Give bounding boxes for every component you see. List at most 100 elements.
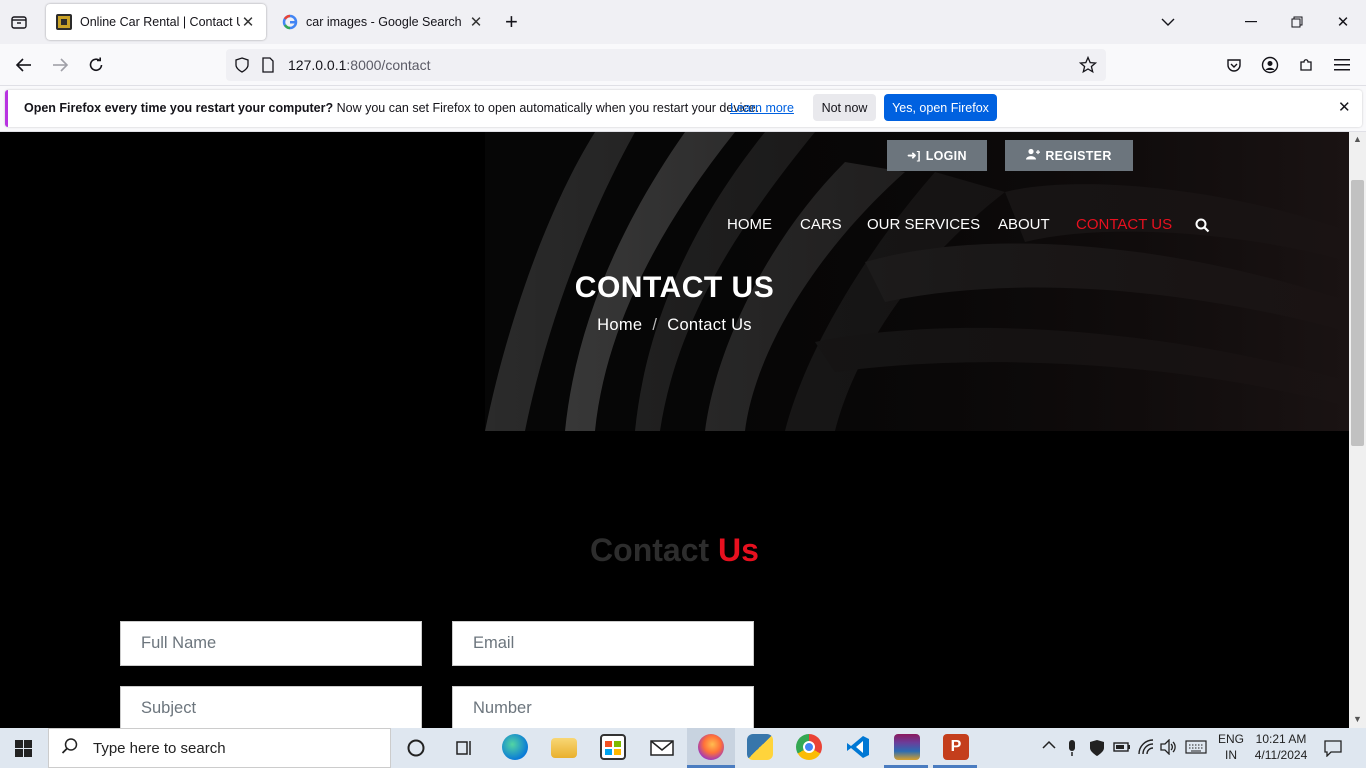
input-language[interactable]: ENG IN [1214,731,1248,763]
close-notification-icon[interactable]: ✕ [1338,98,1351,116]
page-scrollbar[interactable]: ▲ ▼ [1349,132,1366,728]
new-tab-icon[interactable]: + [505,11,518,33]
taskbar-search-placeholder: Type here to search [93,739,226,757]
close-tab-icon[interactable]: ✕ [468,13,484,31]
chrome-icon[interactable] [796,734,822,760]
google-favicon-icon [282,14,298,30]
volume-icon[interactable] [1160,738,1178,758]
pocket-icon[interactable] [1218,49,1250,81]
nav-about[interactable]: ABOUT [998,216,1050,233]
system-clock[interactable]: 10:21 AM 4/11/2024 [1248,731,1314,763]
search-icon[interactable] [1195,218,1210,238]
hero-banner: ➜] LOGIN REGISTER HOME CARS OUR SERVICES … [0,132,1349,431]
windows-taskbar: Type here to search P ENG IN 10:21 AM 4/11… [0,728,1366,768]
lang-top: ENG [1217,732,1244,746]
notification-box: Open Firefox every time you restart your… [5,90,1362,127]
number-input[interactable] [452,686,754,728]
nav-home[interactable]: HOME [727,216,772,233]
notification-bold: Open Firefox every time you restart your… [24,101,334,115]
login-icon: ➜] [907,150,921,162]
scroll-up-icon[interactable]: ▲ [1353,134,1362,144]
forward-arrow-icon[interactable] [44,49,76,81]
restore-icon[interactable] [1274,0,1320,44]
login-label: LOGIN [925,148,967,163]
not-now-button[interactable]: Not now [813,94,876,121]
back-arrow-icon[interactable] [8,49,40,81]
security-shield-icon[interactable] [1089,739,1105,760]
navigation-toolbar: 127.0.0.1:8000/contact [0,44,1366,86]
minimize-icon[interactable] [1228,0,1274,44]
learn-more-link[interactable]: Learn more [730,101,794,115]
clock-time: 10:21 AM [1255,732,1307,746]
register-button[interactable]: REGISTER [1005,140,1133,171]
wifi-icon[interactable] [1138,739,1154,758]
nav-contact-us[interactable]: CONTACT US [1076,216,1172,233]
breadcrumb-current: Contact Us [667,316,752,334]
site-favicon-icon [56,14,72,30]
scrollbar-thumb[interactable] [1351,180,1364,446]
bookmark-star-icon[interactable] [1078,55,1098,79]
register-label: REGISTER [1045,148,1112,163]
cortana-icon[interactable] [406,738,426,763]
default-browser-notification: Open Firefox every time you restart your… [0,86,1366,132]
url-host: 127.0.0.1 [288,57,347,73]
section-title: Contact Us [0,532,1349,569]
reload-icon[interactable] [80,49,112,81]
scroll-down-icon[interactable]: ▼ [1353,714,1362,724]
subject-input[interactable] [120,686,422,728]
section-title-part2: Us [718,532,759,568]
keyboard-icon[interactable] [1185,740,1207,757]
login-button[interactable]: ➜] LOGIN [887,140,987,171]
full-name-input[interactable] [120,621,422,666]
nav-our-services[interactable]: OUR SERVICES [867,216,980,233]
task-view-icon[interactable] [454,738,474,763]
windows-start-icon[interactable] [15,740,32,762]
file-explorer-icon[interactable] [551,738,577,758]
firefox-icon[interactable] [698,734,724,760]
powerpoint-icon[interactable]: P [943,734,969,760]
close-window-icon[interactable]: ✕ [1320,0,1366,44]
tab-title: car images - Google Search [306,15,462,29]
show-hidden-icons-chevron-icon[interactable] [1042,738,1056,753]
yes-open-firefox-button[interactable]: Yes, open Firefox [884,94,997,121]
menu-hamburger-icon[interactable] [1326,49,1358,81]
microsoft-store-icon[interactable] [600,734,626,760]
extensions-icon[interactable] [1290,49,1322,81]
nav-cars[interactable]: CARS [800,216,842,233]
winrar-icon[interactable] [894,734,920,760]
page-viewport: ➜] LOGIN REGISTER HOME CARS OUR SERVICES … [0,132,1349,728]
breadcrumb-home[interactable]: Home [597,316,642,334]
address-bar[interactable]: 127.0.0.1:8000/contact [226,49,1106,81]
tab-google-search[interactable]: car images - Google Search ✕ [272,4,494,40]
vscode-icon[interactable] [845,734,871,760]
account-icon[interactable] [1254,49,1286,81]
search-icon [61,737,79,760]
notifications-icon[interactable] [1324,739,1342,760]
notification-message: Open Firefox every time you restart your… [24,101,759,115]
shield-icon[interactable] [234,57,250,78]
edge-icon[interactable] [502,734,528,760]
url-path: :8000/contact [346,57,431,73]
lang-bottom: IN [1225,748,1237,762]
close-tab-icon[interactable]: ✕ [240,13,256,31]
hero-title: CONTACT US [574,271,775,304]
breadcrumb: Home / Contact Us [0,316,1349,335]
page-info-icon[interactable] [261,57,275,78]
microphone-icon[interactable] [1066,739,1078,760]
tab-overflow-chevron-icon[interactable] [1145,0,1191,44]
section-title-part1: Contact [590,532,710,568]
battery-icon[interactable] [1113,741,1131,756]
breadcrumb-separator: / [652,316,658,334]
mail-icon[interactable] [649,734,675,760]
email-input[interactable] [452,621,754,666]
python-icon[interactable] [747,734,773,760]
clock-date: 4/11/2024 [1254,748,1308,762]
tab-list-icon[interactable] [9,12,29,32]
tab-title: Online Car Rental | Contact Us [80,15,240,29]
taskbar-search-box[interactable]: Type here to search [48,728,391,768]
tab-online-car-rental[interactable]: Online Car Rental | Contact Us ✕ [46,4,266,40]
notification-text: Now you can set Firefox to open automati… [333,101,760,115]
tab-strip: Online Car Rental | Contact Us ✕ car ima… [0,0,1366,44]
url-text: 127.0.0.1:8000/contact [288,57,430,73]
user-plus-icon [1026,148,1041,163]
